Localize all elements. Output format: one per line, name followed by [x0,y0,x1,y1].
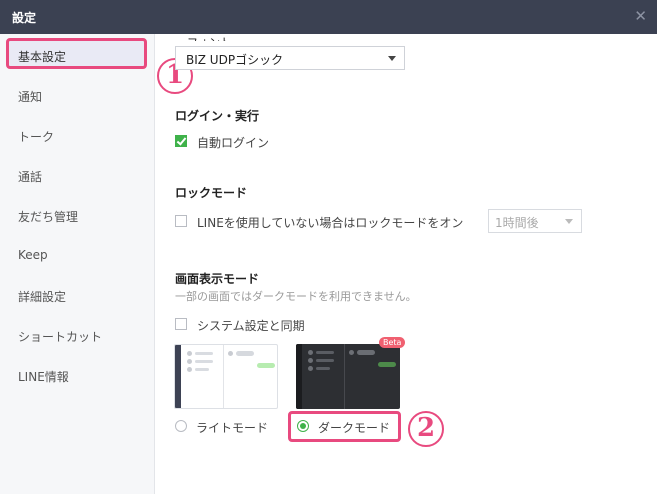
auto-login-checkbox[interactable] [175,135,187,147]
preview-divider [344,344,345,409]
font-dropdown-value: BIZ UDPゴシック [186,53,284,67]
beta-badge: Beta [379,337,406,348]
light-mode-radio[interactable] [175,420,187,432]
system-sync-checkbox[interactable] [175,318,187,330]
chevron-down-icon [565,219,573,224]
sidebar-item-advanced[interactable]: 詳細設定 [18,288,66,305]
sidebar-item-shortcuts[interactable]: ショートカット [18,328,102,345]
preview-avatar [349,350,354,355]
sidebar-item-label: 基本設定 [18,50,67,64]
settings-sidebar: 基本設定 通知 トーク 通話 友だち管理 Keep 詳細設定 ショートカット L… [0,34,155,494]
preview-line [195,352,213,355]
preview-avatar [187,367,192,372]
login-section-title: ログイン・実行 [175,109,260,123]
lock-mode-label: LINEを使用していない場合はロックモードをオン [197,216,464,230]
preview-avatar [308,350,313,355]
lock-duration-value: 1時間後 [495,216,539,230]
preview-avatar [308,358,313,363]
window-title: 設定 [12,11,37,25]
step-2-marker: 2 [408,411,444,447]
preview-avatar [308,366,313,371]
preview-avatar [187,359,192,364]
preview-bubble [257,363,275,368]
font-dropdown[interactable]: BIZ UDPゴシック [175,46,405,70]
preview-line [316,359,334,362]
preview-line [195,360,213,363]
preview-bubble [236,351,254,356]
preview-sidebar [296,344,302,409]
dark-mode-radio[interactable] [297,420,309,432]
title-bar: 設定 ✕ [0,0,657,34]
preview-line [316,351,334,354]
lock-duration-dropdown[interactable]: 1時間後 [488,209,582,233]
font-section-title: フォント [187,34,231,41]
light-mode-label: ライトモード [196,421,269,435]
sidebar-item-keep[interactable]: Keep [18,248,48,262]
dark-mode-label: ダークモード [318,421,391,435]
preview-avatar [228,351,233,356]
preview-line [316,367,330,370]
chevron-down-icon [388,56,396,61]
dark-mode-preview[interactable] [296,344,400,409]
display-section-title: 画面表示モード [175,272,260,286]
sidebar-item-calls[interactable]: 通話 [18,168,42,185]
sidebar-item-notifications[interactable]: 通知 [18,88,42,105]
preview-divider [223,345,224,408]
preview-bubble [357,350,375,355]
sidebar-item-basic-settings[interactable]: 基本設定 [6,38,147,69]
preview-bubble [378,362,396,367]
display-description: 一部の画面ではダークモードを利用できません。 [175,290,417,303]
close-icon[interactable]: ✕ [634,7,647,25]
sidebar-item-friends[interactable]: 友だち管理 [18,208,78,225]
settings-content: フォント BIZ UDPゴシック ログイン・実行 自動ログイン ロックモード L… [155,34,657,494]
preview-sidebar [175,345,181,408]
sidebar-item-talk[interactable]: トーク [18,128,54,145]
light-mode-preview[interactable] [174,344,278,409]
preview-line [195,368,209,371]
sidebar-item-line-info[interactable]: LINE情報 [18,368,69,385]
lock-mode-checkbox[interactable] [175,215,187,227]
system-sync-label: システム設定と同期 [197,319,305,333]
lock-section-title: ロックモード [175,186,248,200]
preview-avatar [187,351,192,356]
auto-login-label: 自動ログイン [197,136,270,150]
